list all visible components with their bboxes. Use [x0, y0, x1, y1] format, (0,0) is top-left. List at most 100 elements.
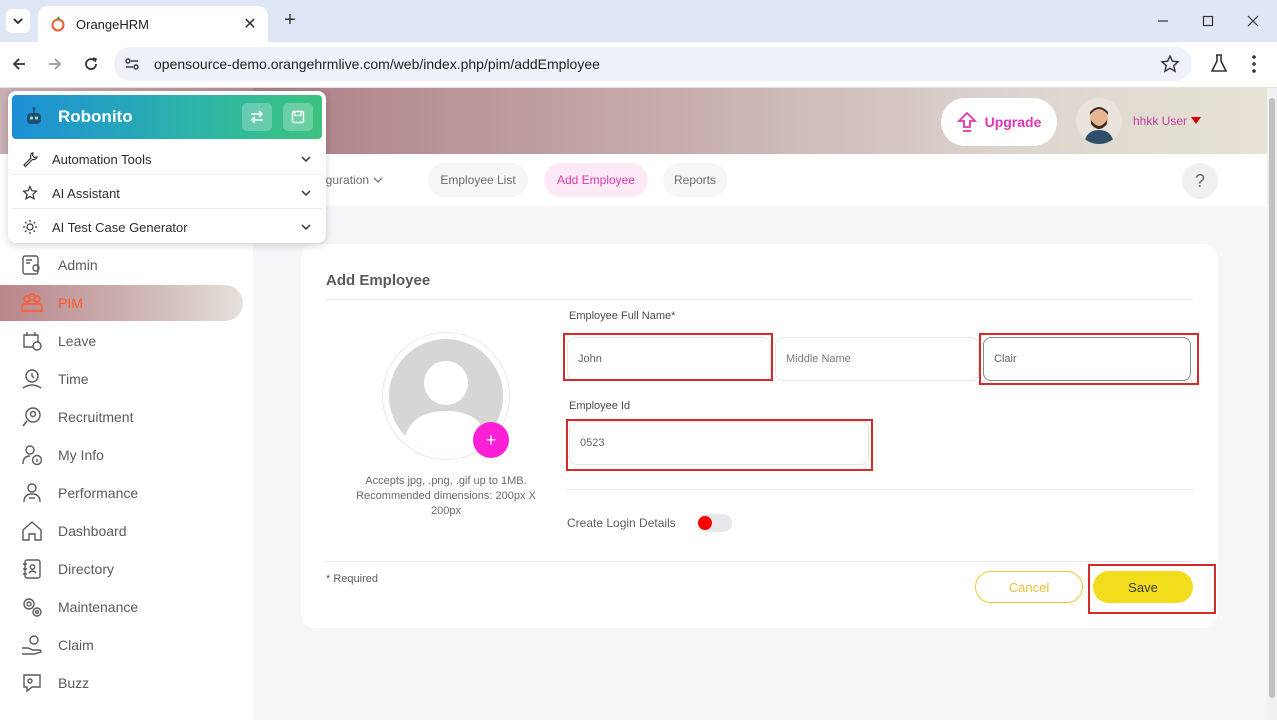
robonito-row-automation-tools[interactable]: Automation Tools [12, 143, 322, 175]
robonito-row-ai-assistant[interactable]: AI Assistant [12, 177, 322, 209]
sidebar-item-leave[interactable]: Leave [0, 323, 243, 359]
last-name-input[interactable]: Clair [983, 337, 1191, 381]
maintenance-icon [23, 598, 42, 617]
pim-icon [21, 293, 43, 312]
robonito-row-label: AI Test Case Generator [52, 220, 188, 235]
user-avatar[interactable] [1076, 98, 1122, 144]
upgrade-button[interactable]: Upgrade [941, 98, 1057, 146]
robonito-row-label: AI Assistant [52, 186, 120, 201]
browser-tab-bar: OrangeHRM ✕ + [0, 0, 1277, 42]
nav-add-employee[interactable]: Add Employee [544, 163, 648, 197]
middle-name-placeholder: Middle Name [786, 353, 851, 365]
employee-id-input[interactable]: 0523 [569, 421, 869, 465]
nav-employee-list[interactable]: Employee List [428, 163, 528, 197]
user-dropdown-caret-icon[interactable] [1191, 117, 1201, 124]
nav-configuration[interactable]: nfiguration [313, 163, 409, 197]
swap-button[interactable] [242, 103, 272, 131]
robonito-header: Robonito [12, 95, 322, 139]
nav-employee-list-label: Employee List [440, 173, 516, 187]
robonito-panel: Robonito Automation Tools AI Assistant A… [8, 91, 326, 243]
more-menu-icon[interactable] [1244, 52, 1264, 76]
sidebar-item-performance[interactable]: Performance [0, 475, 243, 511]
buzz-icon [23, 674, 41, 693]
orangehrm-favicon-icon [51, 16, 65, 32]
tab-search-button[interactable] [6, 9, 30, 33]
sidebar-item-directory[interactable]: Directory [0, 551, 243, 587]
sidebar-item-admin[interactable]: Admin [0, 247, 243, 283]
sidebar-item-my-info[interactable]: My Info [0, 437, 243, 473]
reload-icon[interactable] [79, 52, 103, 76]
floppy-disk-icon [291, 110, 305, 124]
dashboard-icon [22, 521, 42, 541]
site-info-icon[interactable] [122, 54, 142, 74]
employee-id-value: 0523 [580, 437, 605, 449]
sidebar-item-dashboard[interactable]: Dashboard [0, 513, 243, 549]
sidebar-item-label: Leave [58, 333, 97, 349]
title-divider [326, 299, 1193, 300]
directory-icon [23, 559, 41, 579]
close-tab-icon[interactable]: ✕ [240, 14, 260, 34]
address-bar[interactable]: opensource-demo.orangehrmlive.com/web/in… [114, 47, 1192, 81]
sidebar-item-time[interactable]: Time [0, 361, 243, 397]
back-icon[interactable] [7, 52, 31, 76]
robonito-row-label: Automation Tools [52, 152, 152, 167]
chevron-down-icon [301, 224, 311, 231]
sidebar-item-label: Claim [58, 637, 94, 653]
add-photo-button[interactable]: + [473, 422, 509, 458]
add-employee-card: Add Employee + Accepts jpg, .png, .gif u… [301, 244, 1218, 628]
admin-icon [22, 255, 40, 275]
url-text: opensource-demo.orangehrmlive.com/web/in… [154, 56, 600, 72]
maximize-icon[interactable] [1196, 10, 1220, 32]
robonito-row-ai-test-case-generator[interactable]: AI Test Case Generator [12, 211, 322, 243]
last-name-value: Clair [994, 353, 1017, 365]
top-navigation: nfiguration Employee List Add Employee R… [253, 154, 1267, 206]
create-login-label: Create Login Details [567, 516, 676, 530]
robot-icon [27, 107, 41, 124]
upload-hint: Accepts jpg, .png, .gif up to 1MB. Recom… [356, 475, 536, 517]
my-info-icon [22, 445, 43, 466]
labs-flask-icon[interactable] [1208, 52, 1230, 76]
sidebar-item-label: Dashboard [58, 523, 127, 539]
star-icon [22, 185, 38, 200]
nav-reports[interactable]: Reports [663, 163, 727, 197]
bookmark-star-icon[interactable] [1160, 54, 1180, 74]
wrench-icon [23, 152, 38, 167]
new-tab-icon[interactable]: + [279, 10, 301, 32]
footer-divider [326, 561, 1193, 562]
sidebar-item-pim[interactable]: PIM [0, 285, 243, 321]
middle-name-input[interactable]: Middle Name [775, 337, 979, 381]
sidebar-item-label: Performance [58, 485, 139, 501]
minimize-icon[interactable] [1151, 10, 1175, 32]
time-icon [22, 369, 42, 389]
first-name-input[interactable]: John [567, 337, 771, 381]
scrollbar-thumb[interactable] [1269, 98, 1275, 698]
sidebar-item-label: Recruitment [58, 409, 134, 425]
close-window-icon[interactable] [1241, 10, 1265, 32]
robonito-title: Robonito [58, 107, 133, 126]
sun-gear-icon [23, 220, 37, 234]
sidebar-item-label: Time [58, 371, 89, 387]
cancel-button[interactable]: Cancel [975, 571, 1083, 603]
browser-toolbar: opensource-demo.orangehrmlive.com/web/in… [0, 42, 1277, 88]
nav-add-employee-label: Add Employee [556, 173, 636, 187]
tab-title: OrangeHRM [76, 16, 149, 32]
full-name-label: Employee Full Name* [569, 310, 676, 322]
page-scrollbar[interactable] [1267, 88, 1277, 720]
save-button[interactable]: Save [1093, 571, 1193, 603]
create-login-toggle[interactable] [698, 514, 732, 532]
sidebar-item-label: My Info [58, 447, 104, 463]
swap-arrows-icon [250, 110, 264, 124]
leave-icon [23, 332, 42, 351]
save-session-button[interactable] [283, 103, 313, 131]
sidebar-item-label: Buzz [58, 675, 90, 691]
required-note: * Required [326, 573, 378, 585]
upgrade-label: Upgrade [984, 114, 1042, 130]
browser-tab[interactable]: OrangeHRM ✕ [38, 6, 268, 42]
sidebar-item-buzz[interactable]: Buzz [0, 665, 243, 701]
sidebar-item-recruitment[interactable]: Recruitment [0, 399, 243, 435]
sidebar-item-claim[interactable]: Claim [0, 627, 243, 663]
sidebar-item-maintenance[interactable]: Maintenance [0, 589, 243, 625]
forward-icon[interactable] [43, 52, 67, 76]
user-name[interactable]: hhkk User [1133, 114, 1187, 128]
help-button[interactable]: ? [1182, 163, 1218, 199]
